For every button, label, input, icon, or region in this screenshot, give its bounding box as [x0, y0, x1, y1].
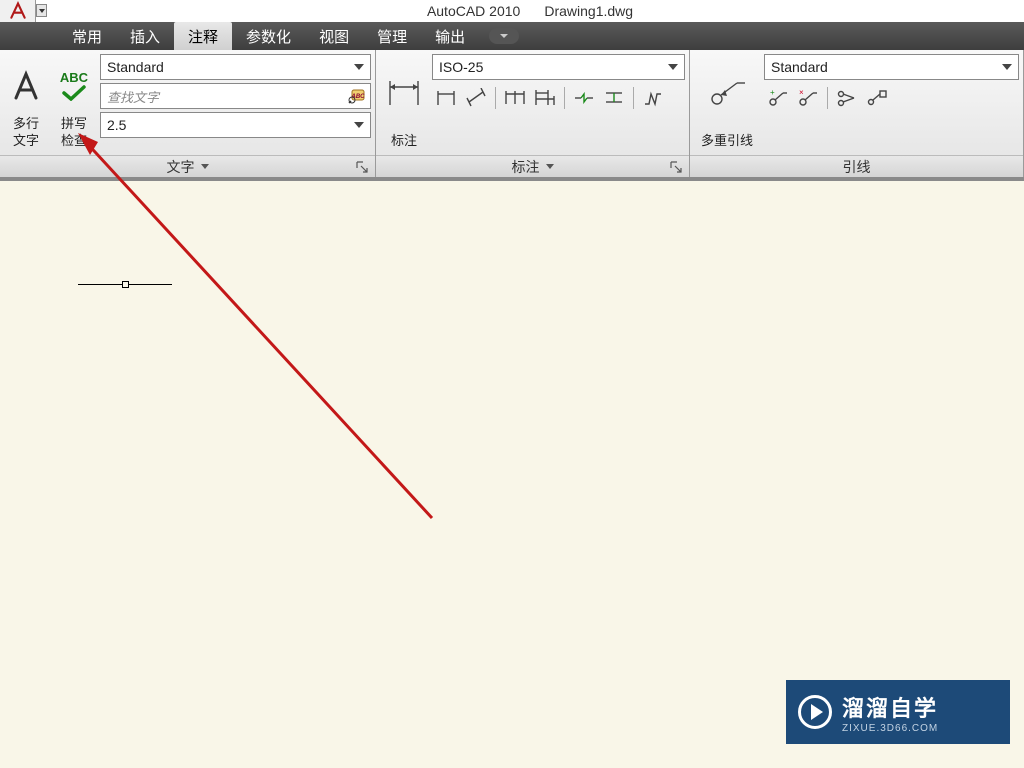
separator [827, 87, 828, 109]
spell-abc-label: ABC [60, 70, 88, 85]
chevron-down-icon [201, 164, 209, 169]
app-menu-button[interactable] [0, 0, 36, 22]
leader-collect-icon [866, 88, 888, 108]
panel-text-title-bar[interactable]: 文字 [0, 155, 375, 177]
dim-continue-icon [504, 88, 526, 108]
text-style-dropdown[interactable]: Standard [100, 54, 371, 80]
dimension-label: 标注 [391, 132, 417, 149]
tab-manage[interactable]: 管理 [363, 22, 421, 50]
tab-home[interactable]: 常用 [58, 22, 116, 50]
leader-style-dropdown[interactable]: Standard [764, 54, 1019, 80]
text-height-dropdown[interactable]: 2.5 [100, 112, 371, 138]
dialog-launcher-icon[interactable] [355, 160, 369, 174]
panel-leader-title: 引线 [843, 157, 871, 177]
panel-dim-title: 标注 [512, 157, 540, 177]
svg-text:+: + [770, 88, 775, 97]
text-a-icon [8, 68, 44, 104]
autocad-logo-icon [7, 1, 29, 21]
title-bar: AutoCAD 2010 Drawing1.dwg [0, 0, 1024, 22]
multileader-icon [707, 77, 747, 111]
chevron-down-icon [546, 164, 554, 169]
dim-linear-button[interactable] [432, 85, 460, 111]
checkmark-icon [61, 85, 87, 101]
tab-insert[interactable]: 插入 [116, 22, 174, 50]
dim-jog-button[interactable] [639, 85, 667, 111]
panel-dim-title-bar[interactable]: 标注 [376, 155, 689, 177]
tab-view[interactable]: 视图 [305, 22, 363, 50]
panel-leader-title-bar[interactable]: 引线 [690, 155, 1023, 177]
dim-continue-button[interactable] [501, 85, 529, 111]
ribbon: 多行 文字 ABC 拼写 检查 Standard 查找文字 [0, 50, 1024, 178]
find-text-icon: ABC [348, 88, 366, 104]
dim-baseline-button[interactable] [531, 85, 559, 111]
dim-space-icon [603, 88, 625, 108]
chevron-down-icon [354, 64, 364, 70]
multileader-label: 多重引线 [701, 132, 753, 149]
panel-text: 多行 文字 ABC 拼写 检查 Standard 查找文字 [0, 50, 376, 177]
chevron-down-icon [1002, 64, 1012, 70]
app-menu-dropdown-icon[interactable] [36, 4, 47, 17]
panel-leader: 多重引线 Standard + × [690, 50, 1024, 177]
dim-style-dropdown[interactable]: ISO-25 [432, 54, 685, 80]
leader-align-icon [836, 88, 858, 108]
leader-style-value: Standard [771, 59, 828, 75]
dimension-button[interactable]: 标注 [380, 54, 428, 151]
text-height-value: 2.5 [107, 117, 126, 133]
play-icon [798, 695, 832, 729]
panel-dimension: 标注 ISO-25 [376, 50, 690, 177]
leader-add-button[interactable]: + [764, 85, 792, 111]
svg-text:×: × [799, 88, 804, 97]
dialog-launcher-icon[interactable] [669, 160, 683, 174]
leader-remove-button[interactable]: × [794, 85, 822, 111]
chevron-down-icon [354, 122, 364, 128]
multiline-text-label: 多行 文字 [13, 115, 39, 149]
dim-baseline-icon [534, 88, 556, 108]
panel-text-title: 文字 [167, 157, 195, 177]
dim-style-value: ISO-25 [439, 59, 483, 75]
leader-align-button[interactable] [833, 85, 861, 111]
watermark-badge: 溜溜自学 ZIXUE.3D66.COM [786, 680, 1010, 744]
leader-remove-icon: × [797, 88, 819, 108]
spell-check-button[interactable]: ABC 拼写 检查 [52, 54, 96, 151]
dim-space-button[interactable] [600, 85, 628, 111]
app-name: AutoCAD 2010 [427, 3, 520, 19]
separator [495, 87, 496, 109]
multileader-button[interactable]: 多重引线 [694, 54, 760, 151]
dim-linear-icon [435, 88, 457, 108]
text-style-value: Standard [107, 59, 164, 75]
dim-aligned-icon [465, 88, 487, 108]
dim-break-button[interactable] [570, 85, 598, 111]
dim-jog-icon [642, 88, 664, 108]
find-text-placeholder: 查找文字 [107, 87, 159, 106]
chevron-down-icon [668, 64, 678, 70]
dim-aligned-button[interactable] [462, 85, 490, 111]
tab-output[interactable]: 输出 [421, 22, 479, 50]
file-name: Drawing1.dwg [544, 3, 633, 19]
separator [564, 87, 565, 109]
leader-add-icon: + [767, 88, 789, 108]
separator [633, 87, 634, 109]
dim-break-icon [573, 88, 595, 108]
dimension-icon [384, 77, 424, 111]
watermark-url: ZIXUE.3D66.COM [842, 723, 938, 734]
tab-parametric[interactable]: 参数化 [232, 22, 305, 50]
spell-check-label: 拼写 检查 [61, 115, 87, 149]
leader-collect-button[interactable] [863, 85, 891, 111]
ribbon-tabs: 常用 插入 注释 参数化 视图 管理 输出 [0, 22, 1024, 50]
multiline-text-button[interactable]: 多行 文字 [4, 54, 48, 151]
find-text-input[interactable]: 查找文字 ABC [100, 83, 371, 109]
watermark-title: 溜溜自学 [842, 691, 938, 723]
tab-overflow-button[interactable] [489, 28, 519, 44]
tab-annotate[interactable]: 注释 [174, 22, 232, 50]
